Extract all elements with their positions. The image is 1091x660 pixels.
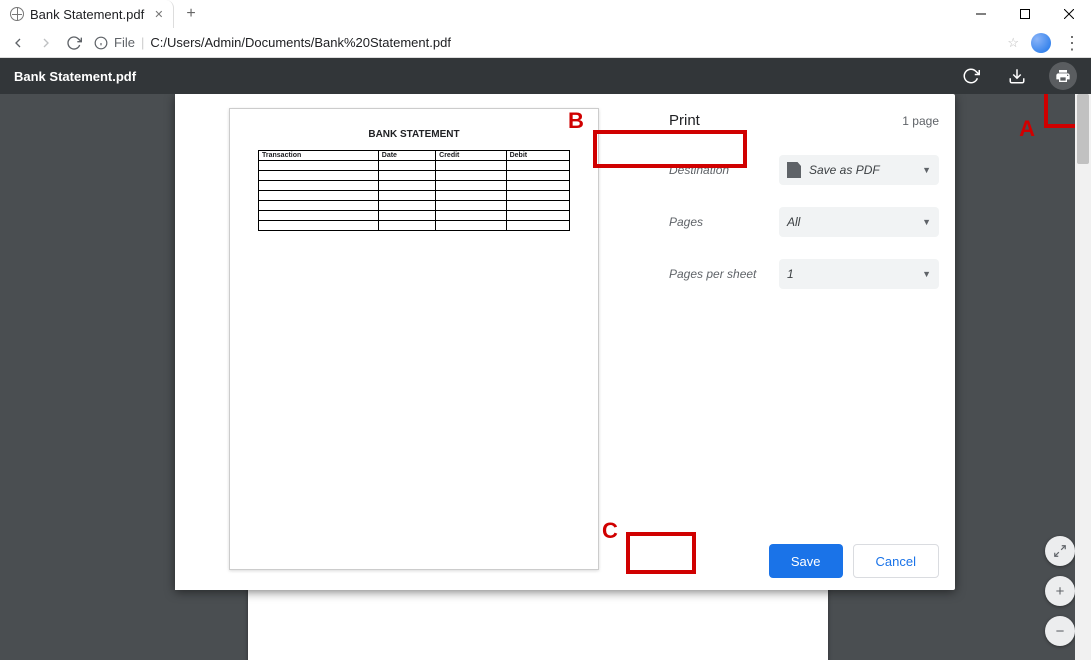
print-dialog: BANK STATEMENT TransactionDateCreditDebi… xyxy=(175,94,955,590)
close-window-button[interactable] xyxy=(1047,0,1091,28)
zoom-controls: + − xyxy=(1045,536,1075,646)
chevron-down-icon: ▼ xyxy=(922,165,931,175)
close-tab-icon[interactable]: ✕ xyxy=(154,8,163,21)
print-settings-pane: Print 1 page Destination Save as PDF ▼ P… xyxy=(653,94,955,590)
table-header: Credit xyxy=(436,151,506,161)
table-header: Date xyxy=(378,151,435,161)
pdf-viewer: Bank Statement.pdf BANK STATEMENT Transa… xyxy=(0,58,1091,660)
table-row xyxy=(259,201,570,211)
table-row xyxy=(259,181,570,191)
print-icon[interactable] xyxy=(1049,62,1077,90)
pages-per-sheet-value: 1 xyxy=(787,267,794,281)
table-row xyxy=(259,161,570,171)
window-titlebar: Bank Statement.pdf ✕ + xyxy=(0,0,1091,28)
maximize-button[interactable] xyxy=(1003,0,1047,28)
preview-page: BANK STATEMENT TransactionDateCreditDebi… xyxy=(229,108,599,570)
zoom-in-button[interactable]: + xyxy=(1045,576,1075,606)
destination-select[interactable]: Save as PDF ▼ xyxy=(779,155,939,185)
url-protocol: File xyxy=(114,35,135,50)
zoom-out-button[interactable]: − xyxy=(1045,616,1075,646)
preview-doc-title: BANK STATEMENT xyxy=(258,129,570,140)
fit-page-button[interactable] xyxy=(1045,536,1075,566)
browser-tab[interactable]: Bank Statement.pdf ✕ xyxy=(0,0,174,28)
print-page-count: 1 page xyxy=(902,114,939,128)
window-controls xyxy=(959,0,1091,28)
url-text: C:/Users/Admin/Documents/Bank%20Statemen… xyxy=(150,35,451,50)
pages-select[interactable]: All ▼ xyxy=(779,207,939,237)
save-button[interactable]: Save xyxy=(769,544,843,578)
print-preview: BANK STATEMENT TransactionDateCreditDebi… xyxy=(175,94,653,590)
back-button[interactable] xyxy=(10,35,26,51)
chevron-down-icon: ▼ xyxy=(922,269,931,279)
table-row xyxy=(259,171,570,181)
browser-toolbar: File | C:/Users/Admin/Documents/Bank%20S… xyxy=(0,28,1091,58)
globe-icon xyxy=(10,7,24,21)
bookmark-star-icon[interactable]: ☆ xyxy=(1007,35,1019,51)
preview-table: TransactionDateCreditDebit xyxy=(258,150,570,231)
pages-label: Pages xyxy=(669,215,779,229)
table-header: Transaction xyxy=(259,151,379,161)
forward-button[interactable] xyxy=(38,35,54,51)
vertical-scrollbar[interactable] xyxy=(1075,94,1091,660)
rotate-icon[interactable] xyxy=(957,62,985,90)
profile-avatar[interactable] xyxy=(1031,33,1051,53)
address-bar[interactable]: File | C:/Users/Admin/Documents/Bank%20S… xyxy=(94,35,451,50)
pdf-file-icon xyxy=(787,162,801,178)
table-row xyxy=(259,191,570,201)
new-tab-button[interactable]: + xyxy=(174,0,207,28)
destination-label: Destination xyxy=(669,163,779,177)
print-title: Print xyxy=(669,112,700,129)
pages-per-sheet-select[interactable]: 1 ▼ xyxy=(779,259,939,289)
scrollbar-thumb[interactable] xyxy=(1077,94,1089,164)
minimize-button[interactable] xyxy=(959,0,1003,28)
tab-title: Bank Statement.pdf xyxy=(30,7,144,22)
annotation-label-a: A xyxy=(1019,116,1035,142)
pages-value: All xyxy=(787,215,800,229)
info-icon xyxy=(94,36,108,50)
background-page xyxy=(248,584,828,660)
chevron-down-icon: ▼ xyxy=(922,217,931,227)
table-row xyxy=(259,221,570,231)
cancel-button[interactable]: Cancel xyxy=(853,544,939,578)
table-row xyxy=(259,211,570,221)
pdf-filename: Bank Statement.pdf xyxy=(14,69,136,84)
destination-value: Save as PDF xyxy=(809,163,880,177)
pdf-toolbar: Bank Statement.pdf xyxy=(0,58,1091,94)
browser-menu-icon[interactable]: ⋮ xyxy=(1063,34,1081,52)
download-icon[interactable] xyxy=(1003,62,1031,90)
pages-per-sheet-label: Pages per sheet xyxy=(669,267,779,281)
reload-button[interactable] xyxy=(66,35,82,51)
table-header: Debit xyxy=(506,151,569,161)
